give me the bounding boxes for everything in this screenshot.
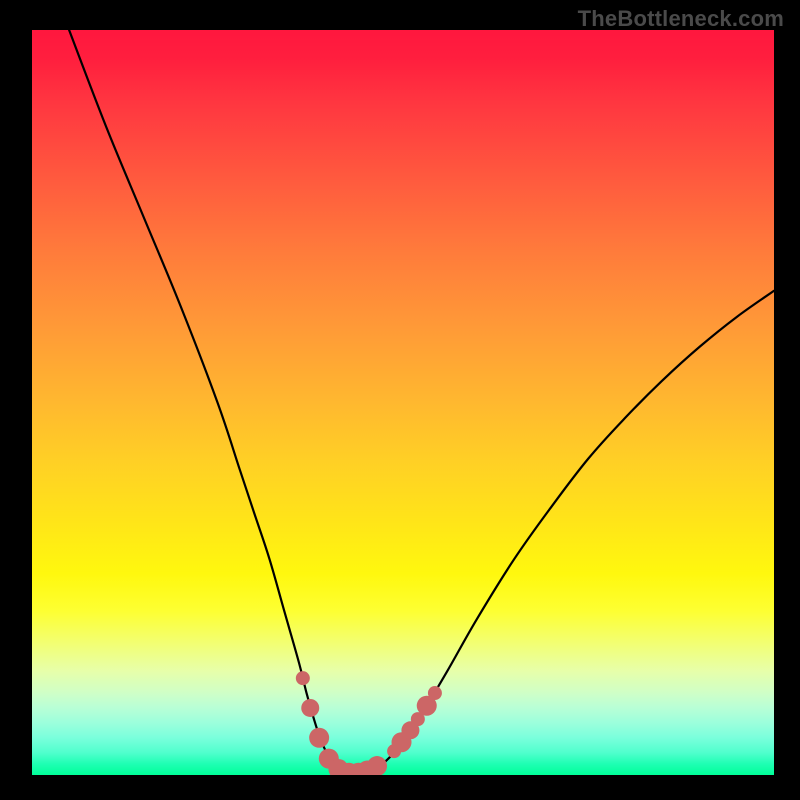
watermark-text: TheBottleneck.com (578, 6, 784, 32)
chart-frame: TheBottleneck.com (0, 0, 800, 800)
plot-area (32, 30, 774, 775)
gradient-background (32, 30, 774, 775)
